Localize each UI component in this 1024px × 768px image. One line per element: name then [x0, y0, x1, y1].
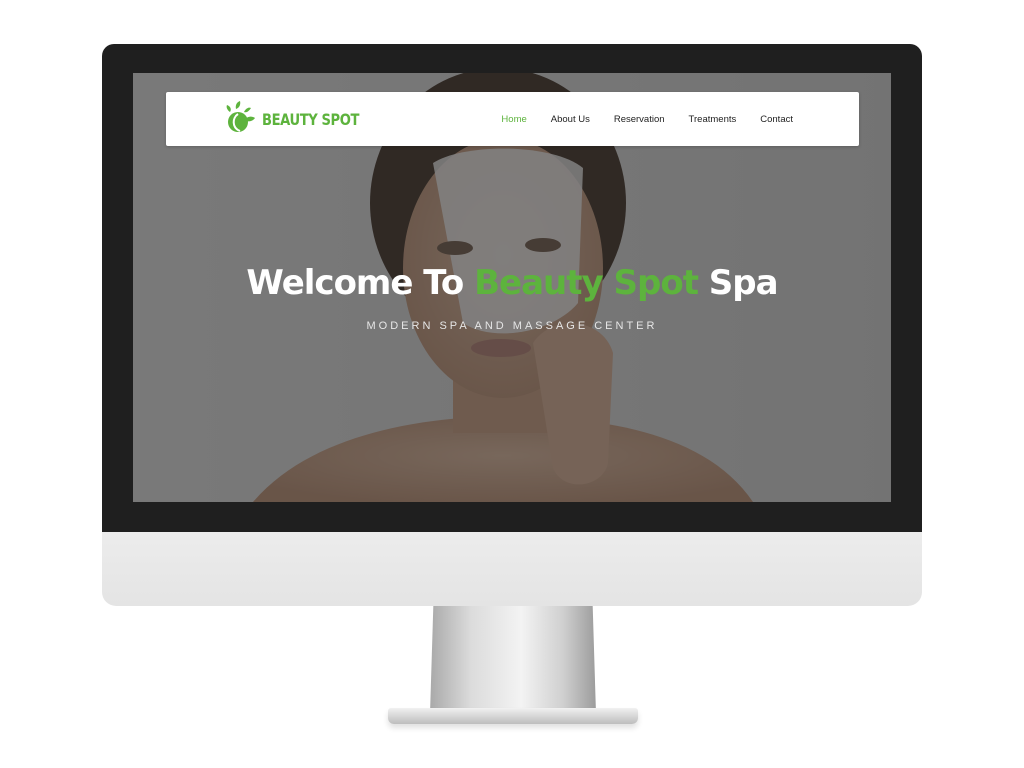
imac-mockup: BEAUTY SPOT Home About Us Reservation Tr… [0, 0, 1024, 768]
hero-subtitle: MODERN SPA AND MASSAGE CENTER [366, 320, 658, 332]
nav-treatments[interactable]: Treatments [689, 114, 737, 125]
nav-contact[interactable]: Contact [760, 114, 793, 125]
site-logo[interactable]: BEAUTY SPOT [222, 100, 380, 138]
monitor-stand-foot [388, 708, 638, 724]
site-header: BEAUTY SPOT Home About Us Reservation Tr… [166, 92, 859, 146]
hero-title-part2: Spa [708, 263, 779, 303]
hero-title-highlight: Beauty Spot [474, 263, 699, 303]
nav-home[interactable]: Home [501, 114, 526, 125]
monitor-chin [102, 532, 922, 606]
monitor-stand-neck [430, 606, 596, 714]
main-nav: Home About Us Reservation Treatments Con… [501, 92, 793, 146]
nav-about-us[interactable]: About Us [551, 114, 590, 125]
hero-title-part1: Welcome To [246, 263, 464, 303]
website-screen: BEAUTY SPOT Home About Us Reservation Tr… [133, 73, 891, 502]
nav-reservation[interactable]: Reservation [614, 114, 665, 125]
logo-text: BEAUTY SPOT [262, 109, 360, 129]
leaf-face-logo-icon [226, 101, 255, 132]
hero-title: Welcome To Beauty Spot Spa [133, 263, 891, 303]
